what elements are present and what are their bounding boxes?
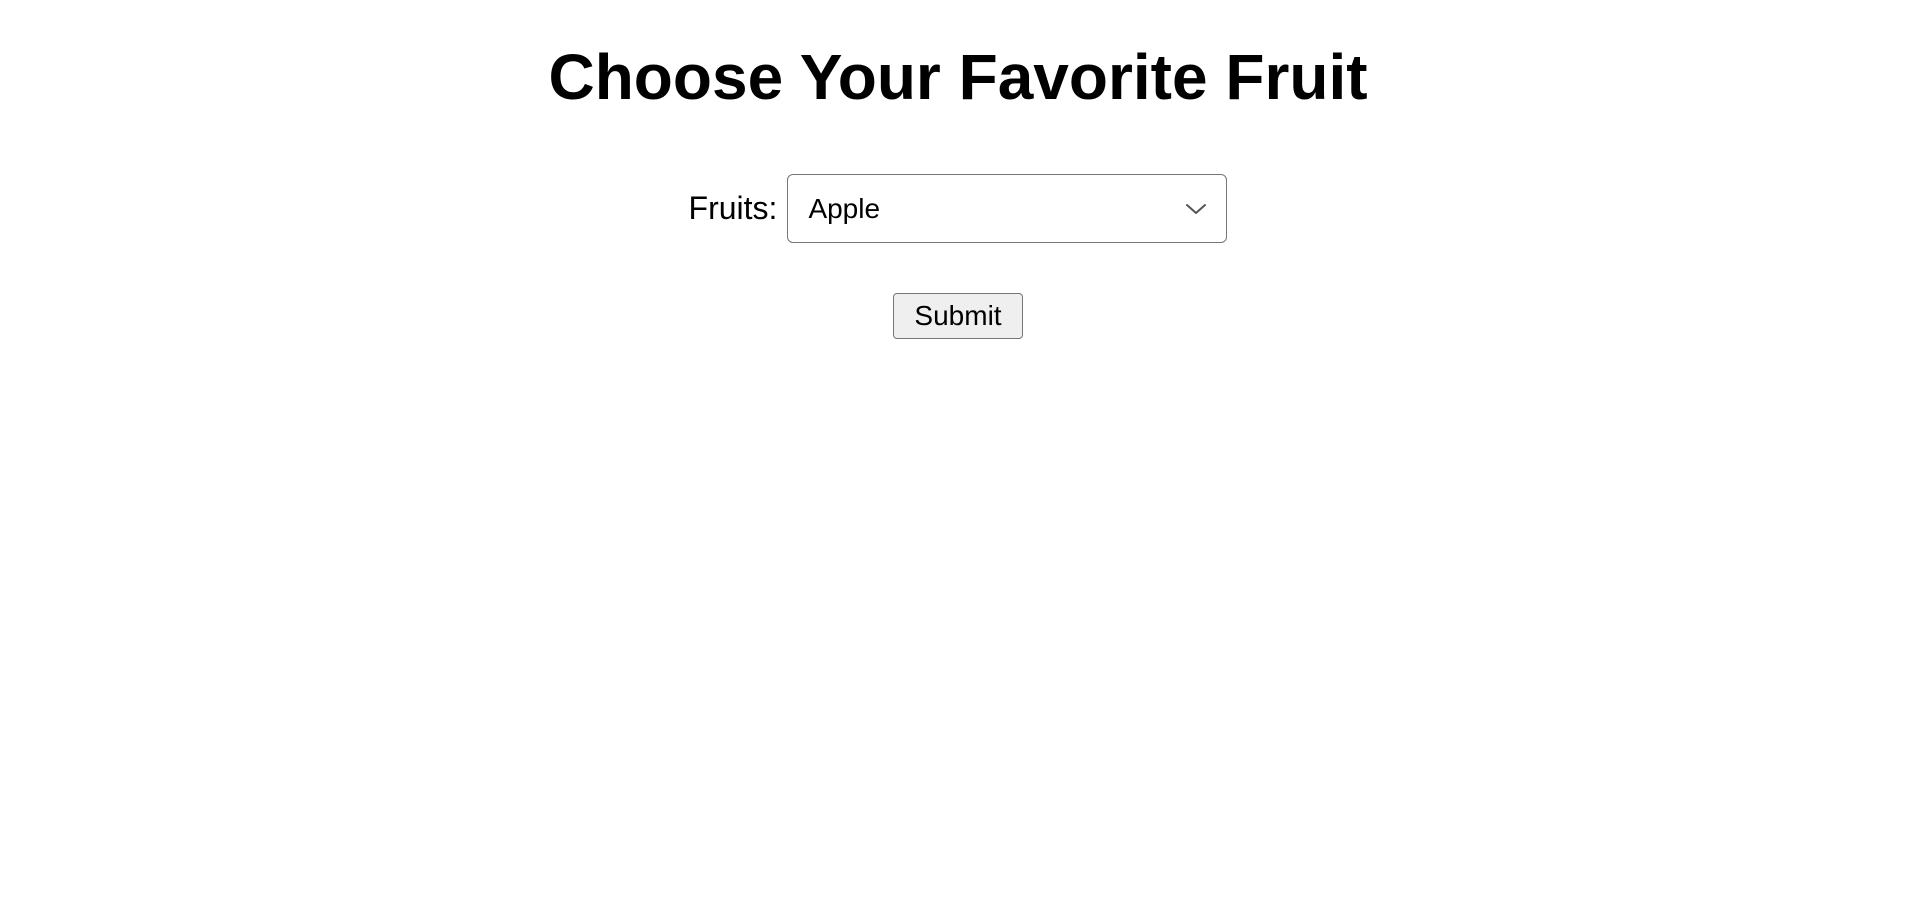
- select-wrapper: Apple: [787, 174, 1227, 243]
- submit-button[interactable]: Submit: [893, 293, 1022, 339]
- page-container: Choose Your Favorite Fruit Fruits: Apple…: [0, 0, 1916, 339]
- fruits-select[interactable]: Apple: [787, 174, 1227, 243]
- form-row: Fruits: Apple: [0, 174, 1916, 243]
- page-title: Choose Your Favorite Fruit: [0, 40, 1916, 114]
- fruits-label: Fruits:: [689, 190, 778, 227]
